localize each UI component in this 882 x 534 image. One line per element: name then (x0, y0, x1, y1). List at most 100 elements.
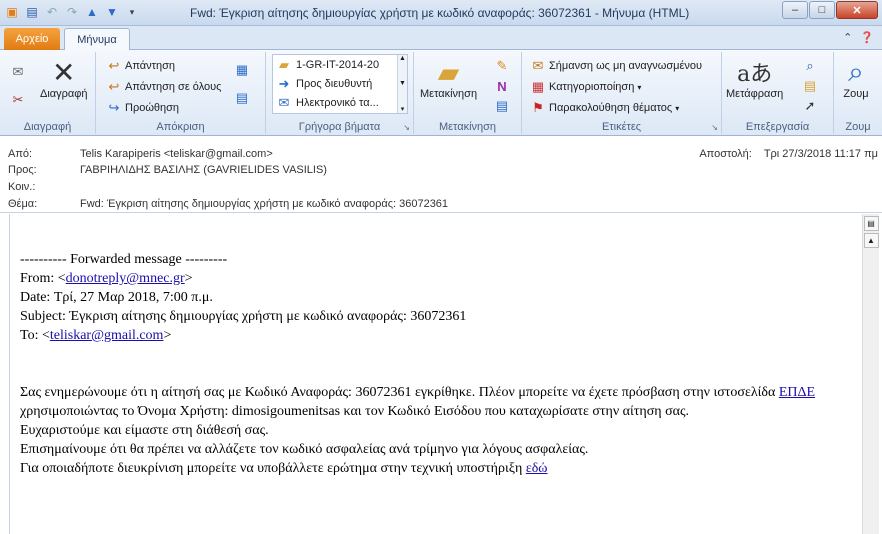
mark-unread-button[interactable]: ✉ Σήμανση ως μη αναγνωσμένου (530, 58, 702, 74)
select-icon[interactable]: ➚ (802, 98, 818, 114)
tags-group-label: Ετικέτες (601, 121, 642, 133)
collapse-ribbon-icon[interactable]: ⌃ (843, 31, 852, 44)
outlook-icon: ▣ (6, 5, 18, 19)
cc-label: Κοιν.: (8, 181, 36, 193)
actions-icon[interactable]: ▤ (494, 98, 510, 114)
forwarded-marker: ---------- Forwarded message --------- (20, 252, 228, 267)
editing-group: aあ Μετάφραση ⌕ ▤ ➚ Επεξεργασία (722, 52, 834, 134)
help-icon[interactable]: ❓ (860, 31, 874, 44)
manager-icon: ➜ (278, 75, 290, 91)
tags-launcher-icon[interactable]: ↘ (711, 123, 718, 132)
move-group-label: Μετακίνηση (438, 121, 497, 133)
forwarded-date: Date: Τρί, 27 Μαρ 2018, 7:00 π.μ. (20, 290, 213, 305)
reply-all-button[interactable]: ↩ Απάντηση σε όλους (106, 79, 222, 95)
support-link[interactable]: εδώ (526, 461, 548, 476)
tab-message[interactable]: Μήνυμα (64, 28, 130, 51)
scroll-up-arrow[interactable]: ▲ (863, 233, 879, 248)
ignore-icon[interactable]: ✉ (10, 64, 26, 80)
quick-steps-launcher-icon[interactable]: ↘ (403, 123, 410, 132)
redo-icon[interactable]: ↷ (64, 4, 80, 20)
message-body: ---------- Forwarded message --------- F… (20, 250, 860, 478)
recipient-email-link[interactable]: teliskar@gmail.com (50, 328, 164, 343)
quick-steps-scroll[interactable]: ▲ ▼ ▾ (397, 55, 407, 113)
related-icon[interactable]: ▤ (802, 78, 818, 94)
forward-icon: ↪ (108, 100, 120, 115)
customize-toolbar-icon[interactable]: ▾ (124, 4, 140, 20)
delete-button[interactable]: ✕ Διαγραφή (40, 56, 88, 101)
quick-access-toolbar: ▣ ▤ ↶ ↷ ▲ ▼ ▾ (4, 4, 140, 20)
translate-button[interactable]: aあ Μετάφραση (726, 56, 783, 100)
window-title: Fwd: Έγκριση αίτησης δημιουργίας χρήστη … (190, 6, 690, 20)
delete-icon: ✕ (52, 56, 76, 88)
tab-file[interactable]: Αρχείο (4, 28, 60, 50)
quick-step-item[interactable]: ➜ Προς διευθυντή (273, 74, 407, 93)
vertical-scrollbar[interactable]: ▤ ▲ (862, 214, 879, 534)
move-group: ▰ Μετακίνηση ✎ N ▤ Μετακίνηση (414, 52, 522, 134)
sent-info: Αποστολή: Τρι 27/3/2018 11:17 πμ (699, 148, 878, 160)
zoom-button[interactable]: ⌕ Ζουμ (840, 56, 872, 101)
ribbon: ✉ ✂ ✕ Διαγραφή Διαγραφή ↩ Απάντηση ↩ Απά… (0, 50, 882, 136)
expand-gallery-icon[interactable]: ▾ (401, 105, 405, 113)
quick-step-item[interactable]: ▰ 1-GR-IT-2014-20 (273, 55, 407, 74)
approval-paragraph: Σας ενημερώνουμε ότι η αίτησή σας με Κωδ… (20, 385, 816, 419)
epde-link[interactable]: ΕΠΔΕ (779, 385, 815, 400)
onenote-icon[interactable]: N (494, 78, 510, 94)
reply-icon: ↩ (108, 58, 120, 73)
header-divider (0, 212, 882, 213)
zoom-group-label: Ζουμ (845, 121, 871, 133)
move-icon: ▰ (437, 56, 460, 88)
previous-item-icon[interactable]: ▲ (84, 4, 100, 20)
forward-button[interactable]: ↪ Προώθηση (106, 100, 180, 116)
maximize-button[interactable]: □ (809, 1, 835, 19)
subject-label: Θέμα: (8, 198, 38, 210)
save-icon[interactable]: ▤ (24, 4, 40, 20)
reply-button[interactable]: ↩ Απάντηση (106, 58, 175, 74)
reply-all-icon: ↩ (108, 79, 120, 94)
quick-step-item[interactable]: ✉ Ηλεκτρονικό τα... (273, 93, 407, 112)
sent-label: Αποστολή: (699, 148, 752, 160)
editing-group-label: Επεξεργασία (745, 121, 810, 133)
message-header: Από: Telis Karapiperis <teliskar@gmail.c… (0, 137, 882, 213)
flag-icon: ⚑ (532, 100, 544, 115)
categorize-button[interactable]: ▦ Κατηγοριοποίηση ▾ (530, 79, 642, 95)
dropdown-arrow-icon: ▾ (675, 103, 680, 113)
undo-icon[interactable]: ↶ (44, 4, 60, 20)
forwarded-subject: Subject: Έγκριση αίτησης δημιουργίας χρή… (20, 309, 467, 324)
folder-icon: ▰ (279, 56, 289, 72)
delete-group-label: Διαγραφή (23, 121, 72, 133)
minimize-button[interactable]: – (782, 1, 808, 19)
move-button[interactable]: ▰ Μετακίνηση (420, 56, 477, 101)
quick-steps-label: Γρήγορα βήματα (298, 121, 381, 133)
mark-unread-icon: ✉ (532, 58, 544, 73)
from-label: Από: (8, 148, 33, 160)
title-bar: ▣ ▤ ↶ ↷ ▲ ▼ ▾ Fwd: Έγκριση αίτησης δημιο… (0, 0, 882, 26)
follow-up-button[interactable]: ⚑ Παρακολούθηση θέματος ▾ (530, 100, 679, 116)
forwarded-to: To: <teliskar@gmail.com> (20, 328, 172, 343)
scroll-down-icon[interactable]: ▼ (399, 80, 406, 87)
scroll-up-icon[interactable]: ▲ (399, 55, 406, 62)
help-line: Για οποιαδήποτε διευκρίνιση μπορείτε να … (20, 461, 548, 476)
tags-group: ✉ Σήμανση ως μη αναγνωσμένου ▦ Κατηγοριο… (522, 52, 722, 134)
delete-group: ✉ ✂ ✕ Διαγραφή Διαγραφή (0, 52, 96, 134)
subject-value: Fwd: Έγκριση αίτησης δημιουργίας χρήστη … (80, 198, 449, 210)
view-options-icon[interactable]: ▤ (863, 216, 879, 231)
cleanup-icon[interactable]: ✂ (10, 92, 26, 108)
to-label: Προς: (8, 164, 37, 176)
from-value[interactable]: Telis Karapiperis <teliskar@gmail.com> (80, 148, 273, 160)
find-icon[interactable]: ⌕ (802, 58, 818, 74)
respond-group: ↩ Απάντηση ↩ Απάντηση σε όλους ↪ Προώθησ… (96, 52, 266, 134)
close-button[interactable]: ✕ (836, 1, 878, 19)
zoom-group: ⌕ Ζουμ Ζουμ (834, 52, 882, 134)
thanks-line: Ευχαριστούμε και είμαστε στη διάθεσή σας… (20, 423, 269, 438)
more-respond-icon[interactable]: ▤ (234, 90, 250, 106)
email-icon: ✉ (278, 94, 290, 110)
categorize-icon: ▦ (531, 79, 545, 94)
next-item-icon[interactable]: ▼ (104, 4, 120, 20)
to-value[interactable]: ΓΑΒΡΙΗΛΙΔΗΣ ΒΑΣΙΛΗΣ (GAVRIELIDES VASILIS… (80, 164, 327, 176)
sender-email-link[interactable]: donotreply@mnec.gr (66, 271, 185, 286)
ribbon-tabs: Αρχείο Μήνυμα ⌃ ❓ (0, 26, 882, 51)
forwarded-from: From: <donotreply@mnec.gr> (20, 271, 193, 286)
dropdown-arrow-icon: ▾ (637, 82, 642, 92)
meeting-icon[interactable]: ▦ (234, 62, 250, 78)
rules-icon[interactable]: ✎ (494, 58, 510, 74)
